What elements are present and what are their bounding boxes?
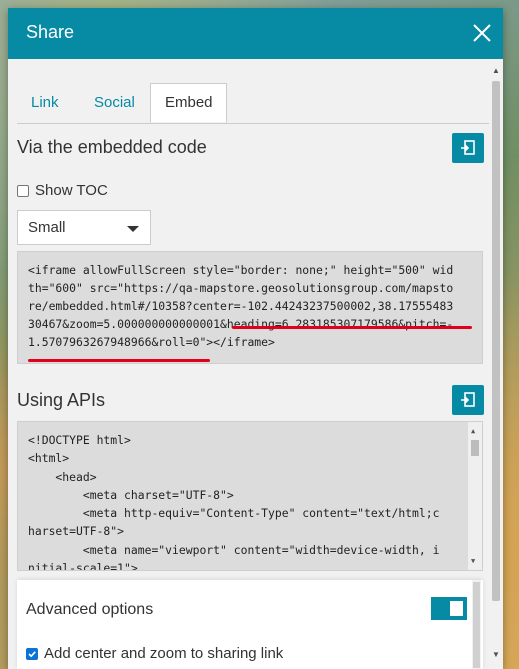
tab-link[interactable]: Link [17,83,73,123]
advanced-options-title: Advanced options [26,601,154,618]
scroll-up-icon[interactable]: ▲ [471,428,475,435]
add-center-zoom-checkbox[interactable] [26,647,38,660]
size-select[interactable]: Small [17,210,151,245]
copy-to-clipboard-icon [461,140,475,155]
chevron-down-icon [127,226,139,232]
embed-section-title: Via the embedded code [17,137,207,157]
show-toc-option[interactable]: Show TOC [17,182,108,199]
scroll-up-icon[interactable]: ▲ [492,67,500,75]
advanced-panel-scrollbar[interactable] [472,580,481,669]
api-code-box[interactable]: <!DOCTYPE html> <html> <head> <meta char… [17,421,483,571]
add-center-zoom-label: Add center and zoom to sharing link [44,645,284,662]
code-line: th="600" src="https://qa-mapstore.geosol… [28,281,454,295]
copy-to-clipboard-icon [461,392,475,407]
advanced-options-toggle[interactable] [431,597,467,620]
scrollbar-thumb[interactable] [492,81,500,601]
toggle-knob [450,601,463,616]
embed-code-box[interactable]: <iframe allowFullScreen style="border: n… [17,251,483,364]
scroll-down-icon[interactable]: ▼ [471,558,475,565]
size-select-value: Small [28,219,66,236]
scrollbar-thumb[interactable] [473,582,480,668]
add-center-zoom-option[interactable]: Add center and zoom to sharing link [26,645,283,662]
scroll-down-icon[interactable]: ▼ [492,651,500,659]
tab-social[interactable]: Social [80,83,149,123]
advanced-options-panel: Advanced options Add center and zoom to … [17,580,483,669]
show-toc-checkbox[interactable] [17,184,29,197]
code-line: 30467&zoom=5.000000000000001&heading=6.2… [28,317,454,331]
highlight-underline [232,326,472,329]
show-toc-label: Show TOC [35,182,108,199]
scrollbar-thumb[interactable] [471,440,479,456]
share-dialog: Share Link Social Embed Via the embedded… [8,8,503,669]
copy-api-code-button[interactable] [452,385,484,415]
dialog-title: Share [26,22,75,42]
copy-embed-code-button[interactable] [452,133,484,163]
highlight-underline [28,359,210,362]
code-line: 1.5707963267948966&roll=0"></iframe> [28,335,275,349]
dialog-header: Share [8,8,503,59]
api-code-scrollbar[interactable]: ▲ ▼ [468,422,482,570]
close-icon[interactable] [471,22,493,44]
dialog-scrollbar[interactable]: ▲ ▼ [489,59,503,669]
api-code: <!DOCTYPE html> <html> <head> <meta char… [28,433,440,571]
tab-embed[interactable]: Embed [150,83,227,123]
api-section-title: Using APIs [17,390,106,410]
dialog-body: Link Social Embed Via the embedded code … [8,59,489,669]
code-line: re/embedded.html#/10358?center=-102.4424… [28,299,454,313]
checkmark-icon [28,650,36,657]
code-line: <iframe allowFullScreen style="border: n… [28,263,454,277]
share-tabs: Link Social Embed [17,83,489,124]
